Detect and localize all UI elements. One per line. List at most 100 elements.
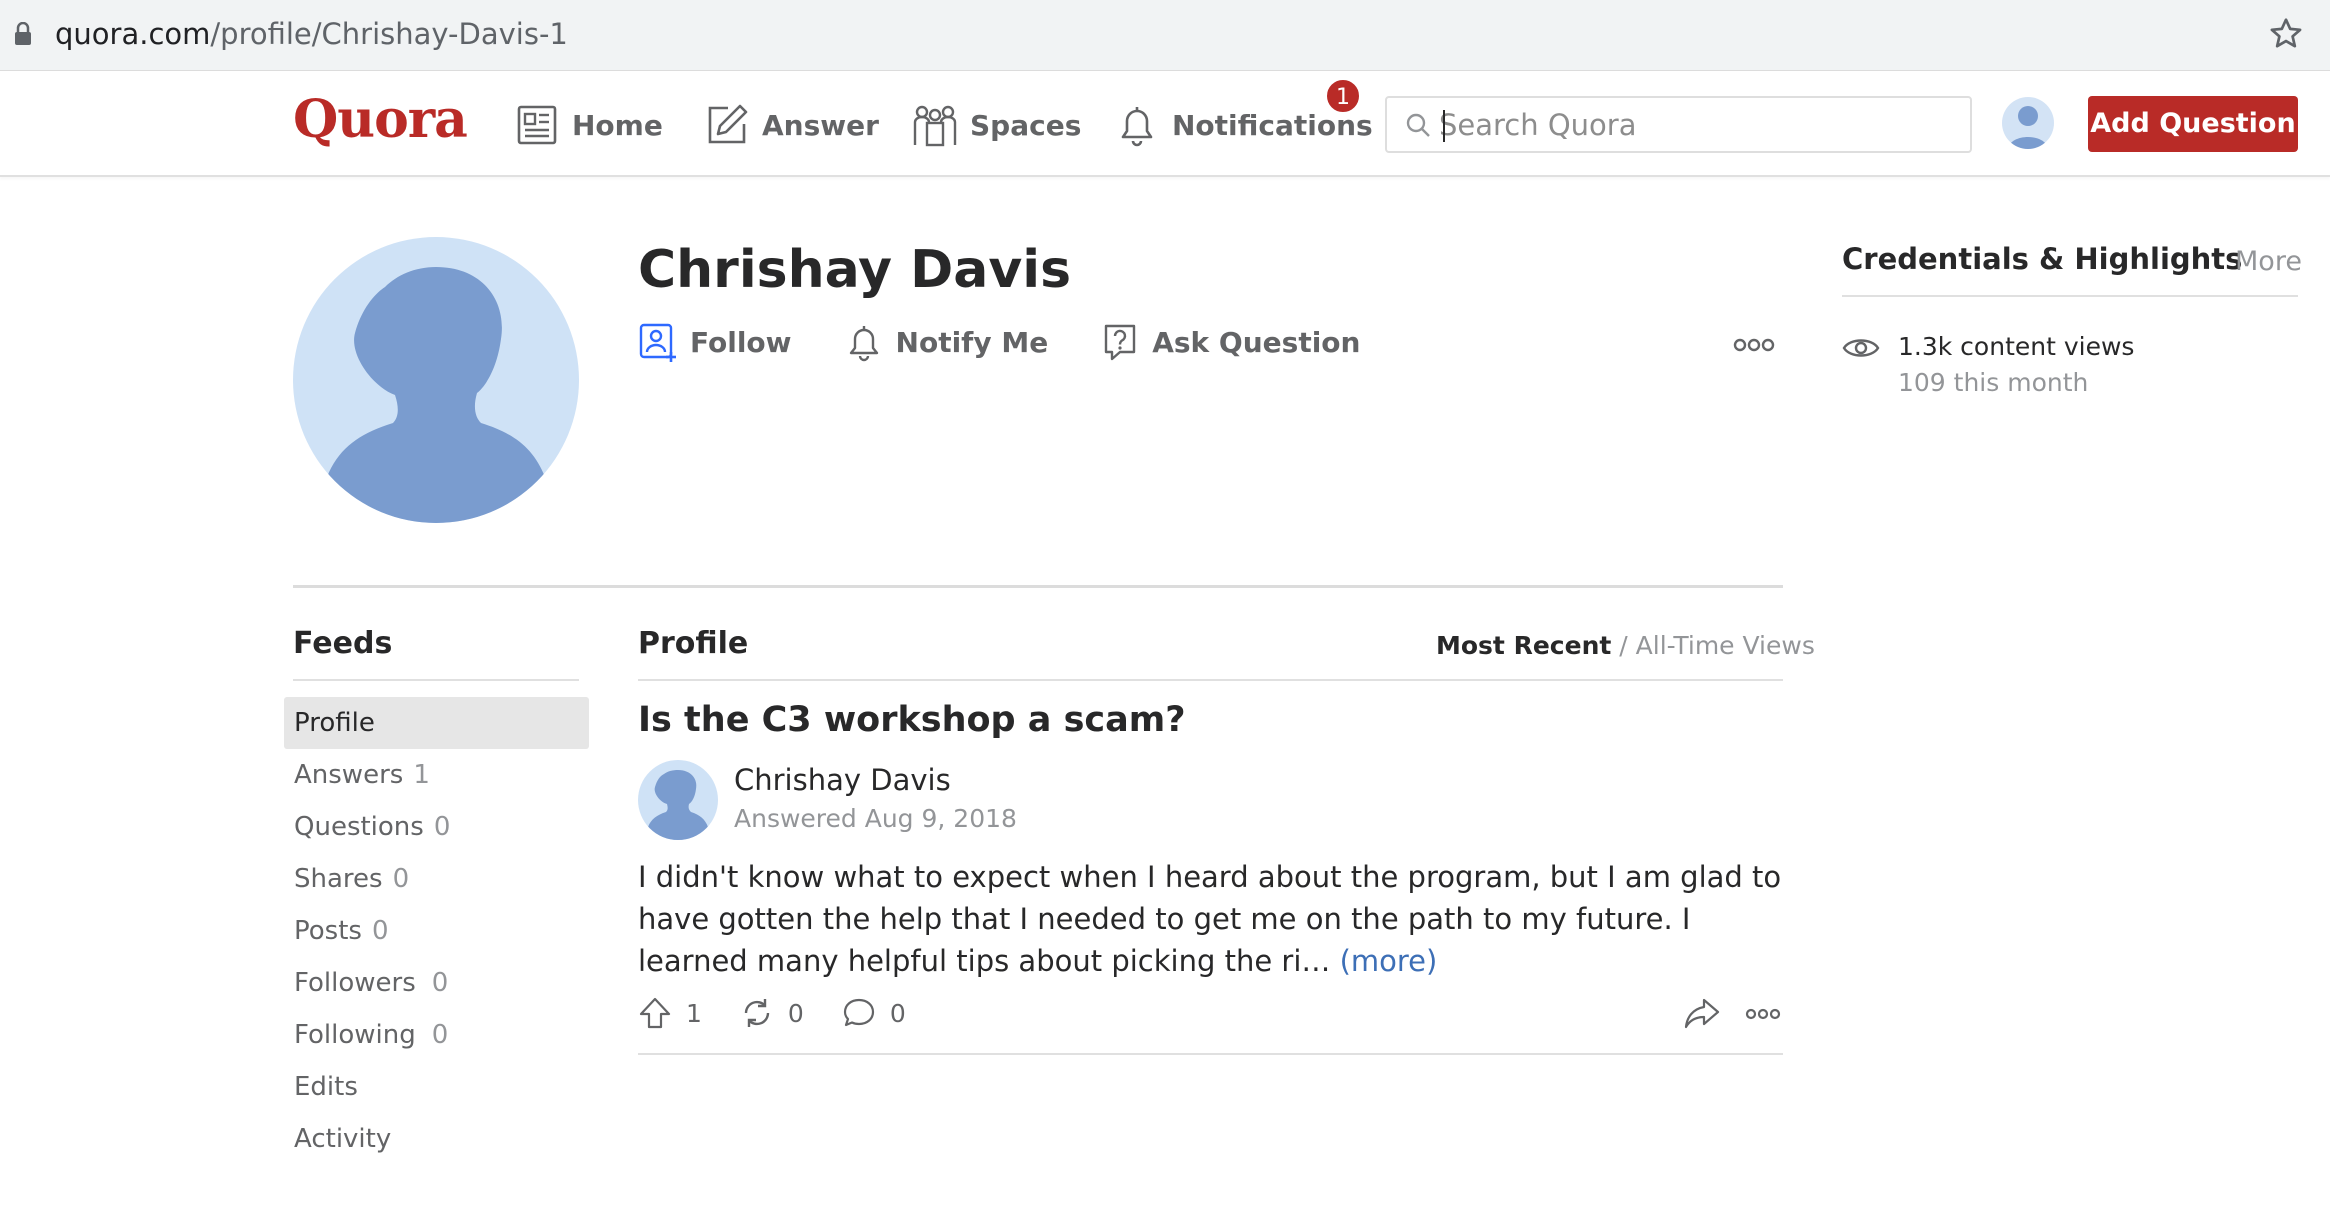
feed-item-label: Following	[294, 1020, 416, 1050]
site-header: Quora Home Answer Spaces Notifications	[0, 71, 2330, 177]
user-avatar[interactable]	[2002, 97, 2054, 149]
feed-item-shares[interactable]: Shares 0	[284, 853, 589, 905]
feeds-divider	[293, 679, 579, 681]
feed-item-questions[interactable]: Questions 0	[284, 801, 589, 853]
default-user-silhouette-icon	[648, 770, 708, 840]
more-options-icon[interactable]	[1732, 330, 1776, 360]
feed-item-count: 0	[431, 968, 449, 998]
question-bubble-icon	[1105, 324, 1136, 361]
follow-button[interactable]: Follow	[638, 322, 792, 362]
feed-item-label: Answers	[294, 760, 404, 790]
follow-label: Follow	[690, 325, 792, 359]
more-options-icon[interactable]	[1745, 1002, 1781, 1026]
people-group-icon	[913, 105, 957, 147]
search-icon	[1406, 113, 1430, 137]
feed-item-following[interactable]: Following 0	[284, 1009, 589, 1061]
ask-question-button[interactable]: Ask Question	[1100, 322, 1360, 362]
sort-separator: /	[1611, 631, 1636, 660]
answer-actions: 1 0 0	[638, 996, 944, 1030]
notify-me-label: Notify Me	[895, 325, 1049, 359]
add-user-icon	[639, 323, 676, 362]
feed-item-answers[interactable]: Answers 1	[284, 749, 589, 801]
credentials-more-link[interactable]: More	[2235, 246, 2302, 277]
feed-item-label: Profile	[294, 708, 375, 738]
url-path: /profile/Chrishay-Davis-1	[210, 17, 568, 51]
feed-item-count: 1	[413, 760, 430, 790]
url-text[interactable]: quora.com/profile/Chrishay-Davis-1	[55, 14, 568, 54]
search-input[interactable]	[1439, 104, 1959, 146]
home-feed-icon	[517, 105, 557, 145]
upvote-count: 1	[686, 998, 702, 1028]
answer-text: I didn't know what to expect when I hear…	[638, 860, 1782, 978]
reshare-button[interactable]: 0	[740, 996, 804, 1030]
feed-item-edits[interactable]: Edits	[284, 1061, 589, 1113]
feed-item-label: Posts	[294, 916, 362, 946]
default-user-icon	[2008, 106, 2048, 149]
lock-icon	[15, 22, 31, 45]
comment-button[interactable]: 0	[842, 996, 906, 1030]
question-title[interactable]: Is the C3 workshop a scam?	[638, 700, 1186, 740]
main-feed-title: Profile	[638, 626, 749, 661]
quora-logo[interactable]: Quora	[293, 89, 468, 150]
upvote-arrow-icon	[639, 997, 671, 1029]
answer-body[interactable]: I didn't know what to expect when I hear…	[638, 856, 1783, 982]
reshare-icon	[744, 999, 770, 1027]
feed-item-followers[interactable]: Followers 0	[284, 957, 589, 1009]
nav-answer-label: Answer	[762, 108, 879, 142]
feed-item-label: Activity	[294, 1124, 392, 1154]
feed-item-label: Edits	[294, 1072, 358, 1102]
bookmark-star-icon[interactable]	[2268, 16, 2304, 52]
comment-bubble-icon	[843, 998, 874, 1027]
feed-item-profile[interactable]: Profile	[284, 697, 589, 749]
sort-options: Most Recent / All-Time Views	[1436, 631, 1815, 660]
feed-item-label: Shares	[294, 864, 383, 894]
default-user-silhouette-icon	[327, 267, 545, 523]
feed-item-activity[interactable]: Activity	[284, 1113, 589, 1165]
feed-item-count: 0	[433, 812, 451, 842]
bell-icon	[1121, 107, 1153, 147]
profile-avatar	[293, 237, 579, 523]
profile-name: Chrishay Davis	[638, 240, 1072, 300]
feeds-title: Feeds	[293, 626, 393, 661]
content-views: 1.3k content views	[1898, 332, 2135, 361]
eye-icon	[1842, 339, 1880, 357]
sort-all-time-views[interactable]: All-Time Views	[1636, 631, 1815, 660]
pencil-square-icon	[708, 104, 748, 144]
feed-item-count: 0	[392, 864, 410, 894]
author-name[interactable]: Chrishay Davis	[734, 763, 951, 797]
feed-item-count: 0	[371, 916, 389, 946]
feed-item-label: Followers	[294, 968, 416, 998]
nav-home[interactable]: Home	[514, 95, 663, 155]
notify-me-button[interactable]: Notify Me	[844, 322, 1049, 362]
sort-most-recent[interactable]: Most Recent	[1436, 631, 1611, 660]
profile-actions: Follow Notify Me Ask Question	[638, 322, 1412, 362]
feed-item-posts[interactable]: Posts 0	[284, 905, 589, 957]
add-question-button[interactable]: Add Question	[2088, 96, 2298, 152]
comment-count: 0	[889, 998, 906, 1028]
more-link[interactable]: (more)	[1340, 944, 1438, 978]
search-box[interactable]	[1385, 96, 1972, 153]
feed-item-count: 0	[431, 1020, 449, 1050]
nav-home-label: Home	[572, 108, 663, 142]
share-arrow-icon[interactable]	[1684, 996, 1720, 1030]
views-this-month: 109 this month	[1898, 368, 2089, 397]
reshare-count: 0	[787, 998, 804, 1028]
main-feed-divider	[638, 679, 1783, 681]
answer-divider	[638, 1053, 1783, 1055]
ask-question-label: Ask Question	[1152, 325, 1361, 359]
author-avatar[interactable]	[638, 760, 718, 840]
credentials-title: Credentials & Highlights	[1842, 242, 2243, 276]
browser-address-bar[interactable]: quora.com/profile/Chrishay-Davis-1	[0, 0, 2330, 71]
nav-spaces-label: Spaces	[970, 108, 1082, 142]
nav-answer[interactable]: Answer	[704, 95, 879, 155]
answered-date[interactable]: Answered Aug 9, 2018	[734, 804, 1017, 833]
upvote-button[interactable]: 1	[638, 996, 702, 1030]
bell-icon	[849, 326, 878, 362]
nav-spaces[interactable]: Spaces	[912, 95, 1081, 155]
credentials-divider	[1842, 295, 2298, 297]
feeds-list: Profile Answers 1 Questions 0 Shares 0 Post…	[284, 697, 589, 1165]
profile-divider	[293, 585, 1783, 588]
url-domain: quora.com	[55, 17, 211, 51]
notification-badge: 1	[1325, 78, 1361, 114]
feed-item-label: Questions	[294, 812, 424, 842]
